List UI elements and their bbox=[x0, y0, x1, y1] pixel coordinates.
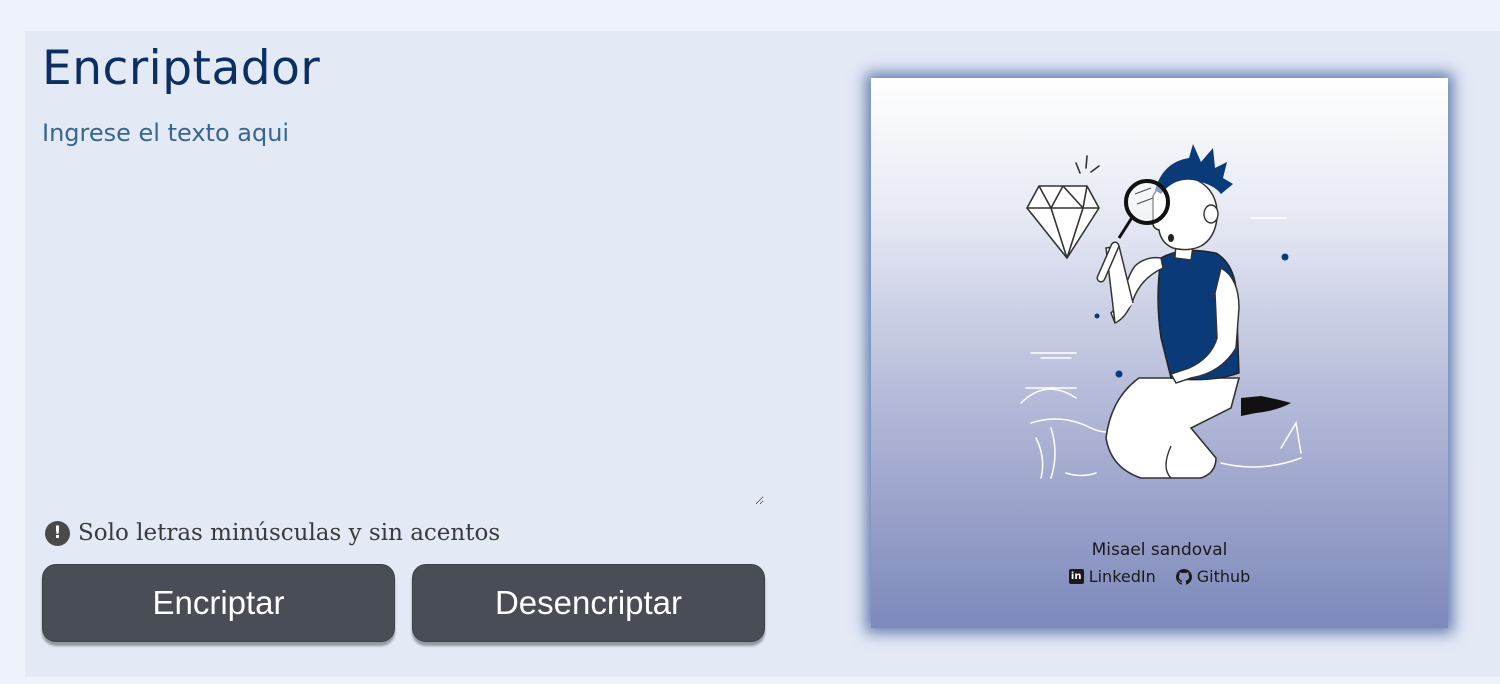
output-card: Misael sandoval in LinkedIn Github bbox=[871, 78, 1448, 628]
author-name: Misael sandoval bbox=[1091, 540, 1228, 560]
github-icon bbox=[1175, 568, 1192, 585]
text-input[interactable] bbox=[42, 119, 764, 505]
main-container: Encriptador ! Solo letras minúsculas y s… bbox=[25, 31, 1500, 677]
github-link[interactable]: Github bbox=[1175, 567, 1251, 586]
github-label: Github bbox=[1196, 567, 1251, 586]
hint-text: Solo letras minúsculas y sin acentos bbox=[78, 520, 501, 546]
linkedin-icon: in bbox=[1068, 569, 1084, 584]
linkedin-link[interactable]: in LinkedIn bbox=[1068, 567, 1156, 586]
linkedin-label: LinkedIn bbox=[1088, 567, 1156, 586]
input-hint: ! Solo letras minúsculas y sin acentos bbox=[45, 520, 500, 546]
exclamation-circle-icon: ! bbox=[45, 520, 70, 546]
page-title: Encriptador bbox=[42, 41, 321, 96]
encrypt-button[interactable]: Encriptar bbox=[42, 564, 395, 642]
decrypt-button[interactable]: Desencriptar bbox=[412, 564, 765, 642]
person-magnifying-diamond-illustration bbox=[1020, 144, 1302, 479]
social-links: in LinkedIn Github bbox=[871, 567, 1448, 586]
